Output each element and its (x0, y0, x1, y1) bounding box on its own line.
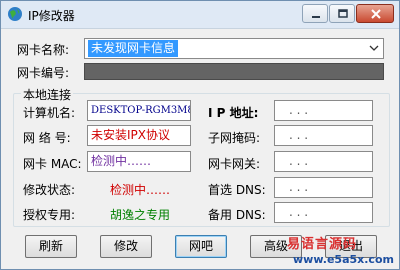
subnet-mask-label: 子网掩码: (208, 131, 261, 145)
nic-name-select[interactable]: 未发现网卡信息 (84, 38, 384, 59)
chevron-down-icon[interactable] (366, 40, 382, 57)
netbar-button[interactable]: 网吧 (175, 235, 227, 258)
secondary-dns-field[interactable]: . . . (274, 202, 373, 223)
modify-button[interactable]: 修改 (100, 235, 152, 258)
maximize-icon (338, 9, 348, 18)
watermark-site-name: 易语言源码 (287, 237, 358, 252)
secondary-dns-label: 备用 DNS: (208, 208, 266, 222)
nic-name-value: 未发现网卡信息 (88, 40, 179, 57)
mac-field[interactable]: 检测中…… (87, 151, 191, 172)
subnet-mask-field[interactable]: . . . (274, 125, 373, 146)
primary-dns-field[interactable]: . . . (274, 177, 373, 198)
close-button[interactable] (356, 4, 394, 23)
network-label: 网 络 号: (23, 131, 71, 145)
globe-app-icon (8, 7, 22, 21)
network-field[interactable]: 未安装IPX协议 (87, 125, 191, 146)
title-bar[interactable]: IP修改器 (1, 1, 399, 29)
nic-id-field (84, 63, 384, 80)
nic-id-label: 网卡编号: (17, 66, 70, 80)
app-window: IP修改器 网卡名称: 未发现网卡信息 网卡编号: 本地连接 计算机名: DES… (0, 0, 400, 270)
maximize-button[interactable] (329, 4, 355, 23)
group-title: 本地连接 (21, 86, 74, 103)
computer-name-label: 计算机名: (23, 106, 76, 120)
ip-field[interactable]: . . . (274, 100, 373, 121)
watermark-site-url: www.e5a5x.com (293, 253, 394, 266)
computer-name-field[interactable]: DESKTOP-RGM3M8S (87, 100, 191, 121)
ip-label: I P 地址: (208, 106, 259, 120)
refresh-button[interactable]: 刷新 (25, 235, 77, 258)
close-icon (371, 9, 381, 19)
nic-name-label: 网卡名称: (17, 43, 70, 57)
window-title: IP修改器 (28, 9, 75, 23)
gateway-field[interactable]: . . . (274, 151, 373, 172)
gateway-label: 网卡网关: (208, 157, 261, 171)
minimize-icon (312, 16, 320, 18)
minimize-button[interactable] (302, 4, 328, 23)
auth-value: 胡逸之专用 (110, 208, 171, 222)
mac-label: 网卡 MAC: (23, 157, 82, 171)
status-label: 修改状态: (23, 183, 76, 197)
auth-label: 授权专用: (23, 208, 76, 222)
primary-dns-label: 首选 DNS: (208, 183, 266, 197)
status-value: 检测中…… (110, 183, 171, 197)
